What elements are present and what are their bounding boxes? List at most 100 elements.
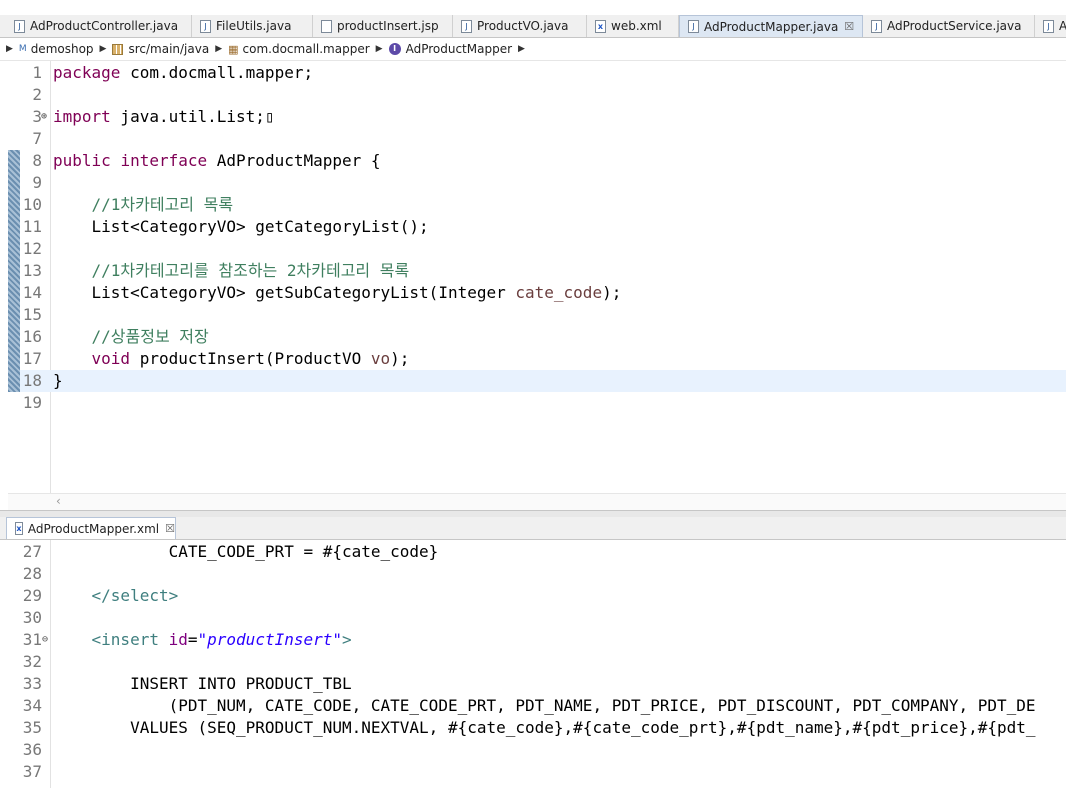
interface-icon: I [388, 43, 401, 55]
close-tab-icon[interactable]: ☒ [844, 20, 854, 33]
code-line[interactable]: 8 public interface AdProductMapper { [8, 150, 1066, 172]
code-line[interactable]: 32 [0, 651, 1058, 673]
code-line[interactable]: 2 [8, 84, 1066, 106]
code-text: </select> [53, 585, 179, 607]
tab-3[interactable]: J ProductVO.java [453, 15, 587, 37]
breadcrumb-package[interactable]: com.docmall.mapper [243, 42, 370, 56]
line-number: 1 [32, 63, 42, 82]
code-line[interactable]: 28 [0, 563, 1058, 585]
code-line[interactable]: 29 </select> [0, 585, 1058, 607]
java-file-icon: J [14, 19, 25, 33]
code-token: INSERT INTO PRODUCT_TBL [53, 674, 352, 693]
code-token: //1차카테고리 목록 [53, 195, 234, 214]
line-number: 36 [22, 740, 42, 759]
code-line[interactable]: 16 //상품정보 저장 [8, 326, 1066, 348]
jsp-file-icon [321, 19, 332, 33]
code-token: ); [602, 283, 622, 302]
code-line[interactable]: 19 [8, 392, 1066, 414]
expand-fold-icon[interactable]: ⊕ [41, 106, 47, 128]
breadcrumb-project[interactable]: demoshop [31, 42, 94, 56]
code-line[interactable]: 17 void productInsert(ProductVO vo); [8, 348, 1066, 370]
line-number: 17 [22, 349, 42, 368]
code-text: (PDT_NUM, CATE_CODE, CATE_CODE_PRT, PDT_… [53, 695, 1036, 717]
code-text: List<CategoryVO> getSubCategoryList(Inte… [53, 282, 622, 304]
line-number: 13 [22, 261, 42, 280]
code-line[interactable]: 9 [8, 172, 1066, 194]
code-line[interactable]: 36 [0, 739, 1058, 761]
code-token: //상품정보 저장 [53, 327, 209, 346]
code-line[interactable]: 33 INSERT INTO PRODUCT_TBL [0, 673, 1058, 695]
code-line[interactable]: 27 CATE_CODE_PRT = #{cate_code} [0, 541, 1058, 563]
change-marker [8, 150, 20, 392]
code-token: package [53, 63, 121, 82]
code-text: <insert id="productInsert"> [53, 629, 352, 651]
tab-4[interactable]: x web.xml [587, 15, 679, 37]
code-token: void [91, 349, 131, 368]
code-token: <insert [91, 630, 159, 649]
java-file-icon: J [1043, 19, 1054, 33]
code-line[interactable]: 35 VALUES (SEQ_PRODUCT_NUM.NEXTVAL, #{ca… [0, 717, 1058, 739]
breadcrumb-interface[interactable]: AdProductMapper [406, 42, 512, 56]
code-line[interactable]: 18} [8, 370, 1066, 392]
line-number: 37 [22, 762, 42, 781]
xml-editor[interactable]: 27 CATE_CODE_PRT = #{cate_code} 28 29 </se… [0, 540, 1066, 788]
package-icon: ▦ [228, 42, 239, 56]
code-line[interactable]: 37 [0, 761, 1058, 783]
tab-5[interactable]: J AdProductMapper.java ☒ [679, 15, 863, 37]
code-token: public [53, 151, 111, 170]
code-line[interactable]: 11 List<CategoryVO> getCategoryList(); [8, 216, 1066, 238]
code-line[interactable]: 10 //1차카테고리 목록 [8, 194, 1066, 216]
tab-6[interactable]: J AdProductService.java [863, 15, 1035, 37]
code-line[interactable]: 12 [8, 238, 1066, 260]
code-line[interactable]: 15 [8, 304, 1066, 326]
java-file-icon: J [200, 19, 211, 33]
code-line[interactable]: 7 [8, 128, 1066, 150]
line-number: 12 [22, 239, 42, 258]
code-line[interactable]: 31 ⊖ <insert id="productInsert"> [0, 629, 1058, 651]
code-line[interactable]: 34 (PDT_NUM, CATE_CODE, CATE_CODE_PRT, P… [0, 695, 1058, 717]
scroll-left-icon[interactable]: ‹ [56, 494, 61, 508]
tab-label: AdProductMapper.xml [27, 521, 160, 536]
breadcrumb-arrow-icon[interactable]: ▶ [518, 44, 525, 54]
source-folder-icon [112, 43, 124, 55]
breadcrumb-source-folder[interactable]: src/main/java [128, 42, 209, 56]
code-token: > [342, 630, 352, 649]
line-number: 3 [32, 107, 42, 126]
code-text: public interface AdProductMapper { [53, 150, 381, 172]
breadcrumb-arrow-icon[interactable]: ▶ [100, 44, 107, 54]
tab-2[interactable]: productInsert.jsp [313, 15, 453, 37]
code-text: VALUES (SEQ_PRODUCT_NUM.NEXTVAL, #{cate_… [53, 717, 1035, 739]
line-number: 29 [22, 586, 42, 605]
code-line[interactable]: 14 List<CategoryVO> getSubCategoryList(I… [8, 282, 1066, 304]
breadcrumb-arrow-icon[interactable]: ▶ [215, 44, 222, 54]
line-number: 31 [22, 630, 42, 649]
code-line[interactable]: 3 ⊕ import java.util.List;▯ [8, 106, 1066, 128]
tab-label: web.xml [611, 19, 662, 33]
line-number: 34 [22, 696, 42, 715]
horizontal-scrollbar[interactable]: ‹ [8, 493, 1066, 510]
tab-1[interactable]: J FileUtils.java [192, 15, 313, 37]
java-editor[interactable]: 1 package com.docmall.mapper; 2 3 ⊕ import ja… [8, 61, 1066, 493]
tab-7[interactable]: J AdP [1035, 15, 1066, 37]
breadcrumb-arrow-icon[interactable]: ▶ [376, 44, 383, 54]
line-number: 30 [22, 608, 42, 627]
collapse-fold-icon[interactable]: ⊖ [42, 629, 48, 651]
code-line[interactable]: 13 //1차카테고리를 참조하는 2차카테고리 목록 [8, 260, 1066, 282]
code-text: //1차카테고리 목록 [53, 194, 234, 216]
tab-0[interactable]: J AdProductController.java [6, 15, 192, 37]
close-tab-icon[interactable]: ☒ [165, 522, 175, 535]
code-token: "productInsert" [197, 630, 343, 649]
code-line[interactable]: 30 [0, 607, 1058, 629]
code-line[interactable]: 1 package com.docmall.mapper; [8, 62, 1066, 84]
line-number: 11 [22, 217, 42, 236]
breadcrumb-arrow-icon[interactable]: ▶ [6, 44, 13, 54]
code-token: AdProductMapper { [207, 151, 381, 170]
code-token: (PDT_NUM, CATE_CODE, CATE_CODE_PRT, PDT_… [53, 696, 1036, 715]
code-text: //상품정보 저장 [53, 326, 209, 348]
code-token: //1차카테고리를 참조하는 2차카테고리 목록 [53, 261, 410, 280]
tab-admproductmapper-xml[interactable]: x AdProductMapper.xml ☒ [6, 517, 176, 539]
